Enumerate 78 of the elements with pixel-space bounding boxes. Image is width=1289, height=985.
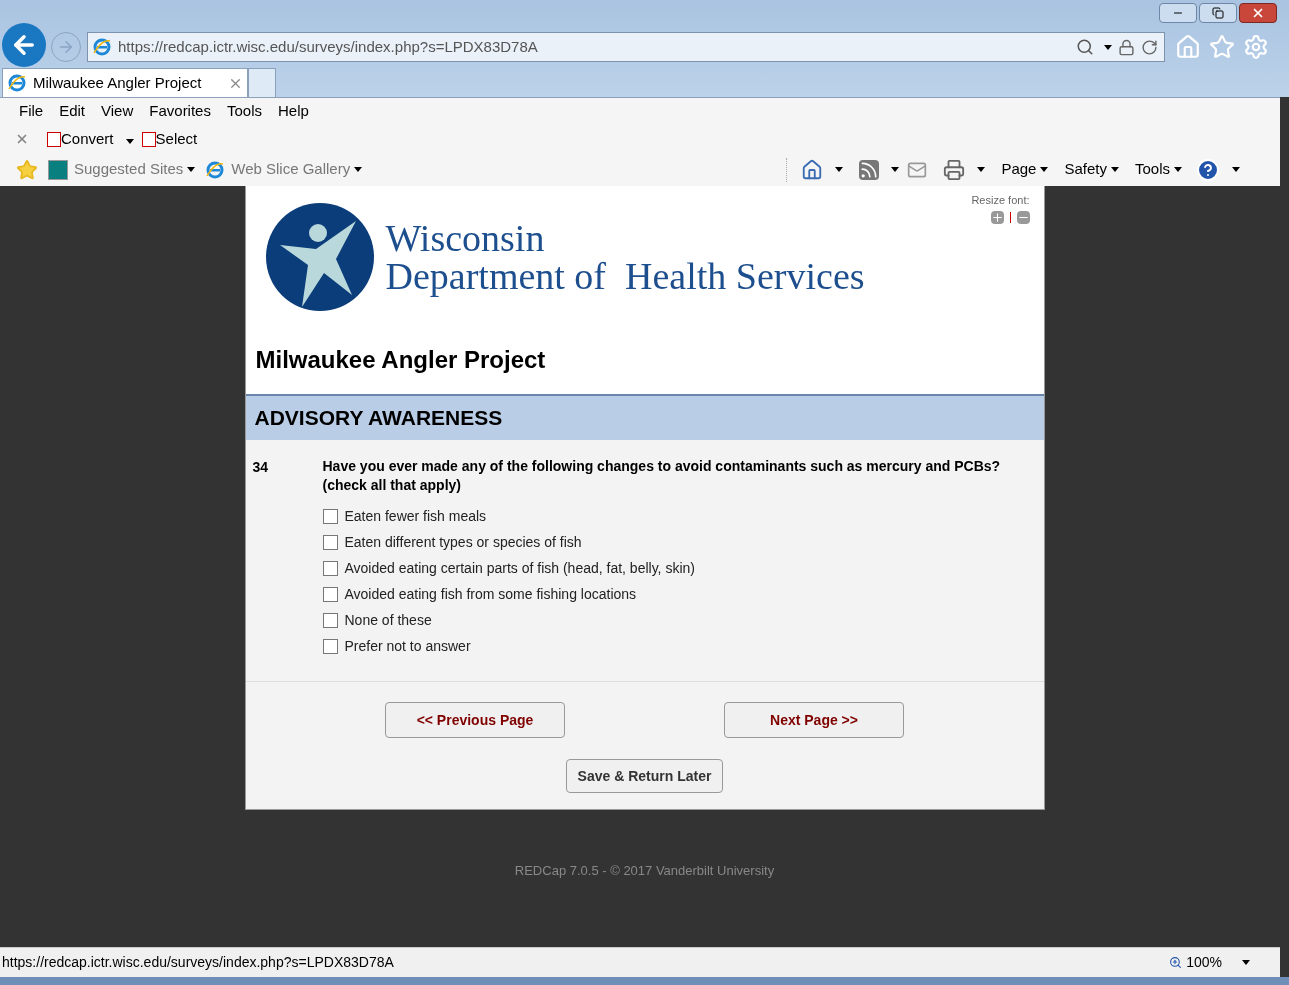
option-label: Eaten fewer fish meals bbox=[344, 507, 487, 526]
command-menu[interactable]: Tools bbox=[1134, 158, 1182, 181]
save-return-button[interactable]: Save & Return Later bbox=[565, 759, 724, 793]
caret-icon bbox=[1242, 960, 1250, 965]
checkbox[interactable] bbox=[322, 639, 338, 654]
checkbox[interactable] bbox=[322, 535, 338, 550]
person-logo-icon bbox=[265, 203, 374, 311]
footer-text: REDCap 7.0.5 - © 2017 Vanderbilt University bbox=[514, 862, 775, 880]
tab-title: Milwaukee Angler Project bbox=[33, 72, 203, 93]
option-label: Avoided eating fish from some fishing locations bbox=[344, 585, 637, 604]
checkbox[interactable] bbox=[322, 587, 338, 602]
decrease-font-icon[interactable] bbox=[1016, 210, 1030, 224]
menu-item[interactable]: Edit bbox=[59, 100, 86, 123]
address-bar[interactable]: https://redcap.ictr.wisc.edu/surveys/index.php?s=LPDX83D78A bbox=[87, 32, 1165, 62]
next-page-button[interactable]: Next Page >> bbox=[724, 702, 904, 738]
caret-icon bbox=[125, 139, 134, 144]
option-label: Eaten different types or species of fish bbox=[344, 533, 582, 552]
menu-item[interactable]: Favorites bbox=[149, 100, 211, 123]
zoom-icon bbox=[1169, 956, 1183, 969]
caret-icon bbox=[1110, 167, 1119, 172]
right-arrow-icon bbox=[57, 38, 75, 56]
toolbar-button[interactable]: Convert bbox=[61, 127, 114, 151]
option-label: Prefer not to answer bbox=[344, 637, 471, 656]
increase-font-icon[interactable] bbox=[990, 210, 1004, 224]
caret-icon bbox=[1104, 44, 1112, 50]
zoom-level[interactable]: 100% bbox=[1186, 952, 1222, 973]
address-text: https://redcap.ictr.wisc.edu/surveys/index.php?s=LPDX83D78A bbox=[118, 36, 539, 57]
lock-icon bbox=[1118, 38, 1135, 56]
close-icon[interactable] bbox=[15, 132, 29, 146]
menu-item[interactable]: Tools bbox=[226, 100, 262, 123]
question-text: Have you ever made any of the following changes to avoid contaminants such as mercury and PCBs? (check all that apply) bbox=[322, 457, 1002, 495]
caret-icon bbox=[1040, 167, 1049, 172]
caret-icon bbox=[835, 167, 844, 172]
status-url: https://redcap.ictr.wisc.edu/surveys/index.php?s=LPDX83D78A bbox=[2, 953, 395, 972]
previous-page-button[interactable]: << Previous Page bbox=[385, 702, 565, 738]
favorites-link[interactable]: Suggested Sites bbox=[74, 158, 184, 181]
caret-icon bbox=[1232, 167, 1240, 172]
restore-icon bbox=[1212, 7, 1224, 19]
survey-title: Milwaukee Angler Project bbox=[255, 345, 546, 375]
caret-icon bbox=[354, 167, 363, 172]
help-icon[interactable] bbox=[1196, 157, 1220, 182]
browser-tab[interactable]: Milwaukee Angler Project bbox=[2, 68, 248, 97]
e-logo-icon bbox=[205, 159, 226, 180]
favorites-link[interactable]: Web Slice Gallery bbox=[231, 158, 351, 181]
caret-icon bbox=[187, 167, 196, 172]
option-label: Avoided eating certain parts of fish (head, fat, belly, skin) bbox=[344, 559, 695, 578]
question-number: 34 bbox=[252, 458, 270, 477]
refresh-icon[interactable] bbox=[1141, 38, 1158, 56]
menu-item[interactable]: File bbox=[19, 100, 44, 123]
close-icon bbox=[1251, 6, 1265, 20]
menu-item[interactable]: Help bbox=[278, 100, 309, 123]
caret-icon bbox=[1174, 167, 1182, 172]
back-button[interactable] bbox=[2, 23, 46, 67]
home-icon[interactable] bbox=[801, 158, 824, 181]
feed-icon[interactable] bbox=[859, 159, 880, 180]
printer-icon[interactable] bbox=[943, 158, 966, 181]
checkbox[interactable] bbox=[322, 561, 338, 576]
caret-icon bbox=[977, 167, 986, 172]
restore-button[interactable] bbox=[1199, 3, 1237, 23]
command-menu[interactable]: Safety bbox=[1064, 158, 1119, 181]
checkbox[interactable] bbox=[322, 613, 338, 628]
resize-font-label: Resize font: bbox=[971, 193, 1030, 208]
minimize-button[interactable] bbox=[1159, 3, 1197, 23]
menu-item[interactable]: View bbox=[101, 100, 134, 123]
logo-line: Department of Health Services bbox=[385, 257, 865, 295]
option-label: None of these bbox=[344, 611, 432, 630]
checkbox[interactable] bbox=[322, 509, 338, 524]
caret-icon bbox=[891, 167, 900, 172]
e-logo-icon bbox=[92, 37, 112, 57]
logo-line: Wisconsin bbox=[385, 219, 546, 257]
command-menu[interactable]: Page bbox=[1001, 158, 1049, 181]
e-logo-icon bbox=[7, 73, 27, 93]
close-button[interactable] bbox=[1239, 3, 1277, 23]
favorites-star-icon[interactable] bbox=[16, 158, 38, 181]
toolbar-button[interactable]: Select bbox=[155, 127, 198, 151]
search-icon[interactable] bbox=[1076, 38, 1094, 56]
star-icon[interactable] bbox=[1209, 34, 1235, 60]
section-header: ADVISORY AWARENESS bbox=[245, 394, 1044, 440]
